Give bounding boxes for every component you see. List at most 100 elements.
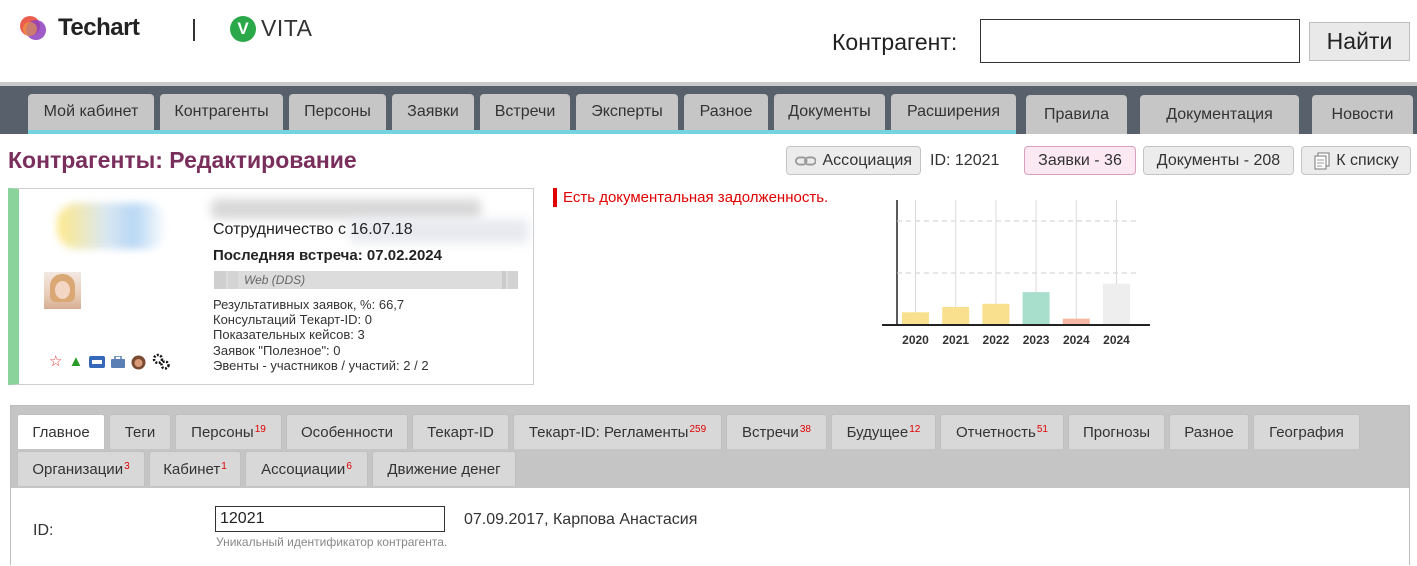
tab-money-flow[interactable]: Движение денег — [372, 451, 516, 486]
card-icon-row: ☆ ▲ — [49, 353, 171, 371]
cooperation-since: Сотрудничество с 16.07.18 — [213, 221, 413, 238]
manager-avatar[interactable] — [44, 272, 81, 309]
chart-tick-label: 2024 — [1063, 333, 1090, 347]
stat-effective-requests: Результативных заявок, %: 66,7 — [213, 297, 405, 312]
tab-persons[interactable]: Персоны 19 — [175, 414, 282, 449]
chart-tick-label: 2023 — [1023, 333, 1050, 347]
association-button[interactable]: Ассоциация — [786, 146, 921, 175]
tab-geography[interactable]: География — [1253, 414, 1360, 449]
techart-ball-icon — [20, 14, 48, 42]
tab-badge: 1 — [221, 460, 227, 472]
panel-body: ID: 07.09.2017, Карпова Анастасия Уникал… — [11, 488, 1409, 566]
to-list-button[interactable]: К списку — [1301, 146, 1411, 175]
detail-tabs: Главное Теги Персоны 19 Особенности Текар… — [11, 406, 1409, 488]
tab-tags[interactable]: Теги — [109, 414, 171, 449]
tab-badge: 259 — [689, 423, 707, 435]
web-service-bar: Web (DDS) — [214, 271, 518, 289]
tab-badge: 12 — [909, 423, 921, 435]
to-list-button-label: К списку — [1336, 151, 1399, 169]
nav-tab-persons[interactable]: Персоны — [289, 94, 386, 130]
tab-main[interactable]: Главное — [17, 414, 105, 449]
id-field-hint: Уникальный идентификатор контрагента. — [216, 535, 448, 549]
bear-avatar-icon[interactable] — [131, 355, 146, 370]
stat-showcase-cases: Показательных кейсов: 3 — [213, 327, 365, 343]
nav-tab-counterparties[interactable]: Контрагенты — [160, 94, 283, 130]
thumbs-up-icon[interactable]: ▲ — [68, 354, 83, 370]
logo-separator — [193, 19, 195, 41]
link-icon — [795, 156, 817, 165]
association-button-label: Ассоциация — [822, 151, 912, 169]
company-logo-blurred — [57, 203, 167, 249]
chart-bar[interactable] — [902, 312, 929, 325]
hdr-badge-icon[interactable] — [89, 356, 106, 368]
record-id: ID: 12021 — [930, 152, 1000, 169]
nav-tab-misc[interactable]: Разное — [684, 94, 768, 130]
tab-badge: 38 — [799, 423, 811, 435]
nav-tab-documents[interactable]: Документы — [774, 94, 885, 130]
nav-tab-documentation[interactable]: Документация — [1140, 95, 1299, 134]
documents-button[interactable]: Документы - 208 — [1143, 146, 1294, 175]
tab-cabinet[interactable]: Кабинет 1 — [149, 451, 241, 486]
tab-associations[interactable]: Ассоциации 6 — [245, 451, 368, 486]
chart-tick-label: 2022 — [983, 333, 1010, 347]
requests-chart: 2020 2021 2022 2023 2024 2024 — [882, 200, 1150, 347]
nav-tab-experts[interactable]: Эксперты — [576, 94, 678, 130]
id-field-input[interactable] — [215, 506, 445, 532]
id-field-meta: 07.09.2017, Карпова Анастасия — [464, 511, 698, 528]
stat-events: Эвенты - участников / участий: 2 / 2 — [213, 357, 429, 373]
counterparty-card: Сотрудничество с 16.07.18 Последняя встр… — [8, 188, 534, 385]
nav-tab-news[interactable]: Новости — [1312, 95, 1413, 134]
tab-techart-id[interactable]: Текарт-ID — [412, 414, 509, 449]
chart-bar[interactable] — [1022, 292, 1050, 325]
tab-organizations[interactable]: Организации 3 — [17, 451, 145, 486]
chart-tick-label: 2020 — [902, 333, 929, 347]
tab-misc[interactable]: Разное — [1169, 414, 1249, 449]
detail-panel: Главное Теги Персоны 19 Особенности Текар… — [10, 405, 1410, 566]
chart-bar[interactable] — [1103, 283, 1130, 325]
chart-tick-label: 2024 — [1103, 333, 1130, 347]
tab-future[interactable]: Будущее 12 — [831, 414, 936, 449]
tab-techart-id-regulations[interactable]: Текарт-ID: Регламенты 259 — [513, 414, 722, 449]
card-stats: Результативных заявок, %: 66,7 Консульта… — [213, 297, 429, 373]
nav-tab-extensions[interactable]: Расширения — [891, 94, 1016, 130]
nav-tab-rules[interactable]: Правила — [1026, 95, 1127, 134]
main-nav: Мой кабинет Контрагенты Персоны Заявки В… — [0, 82, 1417, 134]
counterparty-search-input[interactable] — [980, 19, 1300, 63]
search-button[interactable]: Найти — [1309, 22, 1410, 61]
search-label: Контрагент: — [832, 29, 958, 55]
nav-active-underline — [28, 130, 1016, 134]
nav-tab-my-cabinet[interactable]: Мой кабинет — [28, 94, 154, 130]
nav-tab-meetings[interactable]: Встречи — [480, 94, 570, 130]
chart-bar[interactable] — [982, 303, 1010, 325]
requests-button[interactable]: Заявки - 36 — [1024, 146, 1136, 175]
tab-reports[interactable]: Отчетность 51 — [940, 414, 1064, 449]
techart-wordmark: Techart — [58, 14, 140, 41]
tab-badge: 6 — [346, 460, 352, 472]
tab-badge: 51 — [1036, 423, 1048, 435]
vita-wordmark: VITA — [261, 15, 313, 41]
header: Techart V VITA Контрагент: Найти — [0, 0, 1417, 82]
vita-logo[interactable]: V VITA — [230, 15, 312, 42]
document-debt-warning: Есть документальная задолженность. — [553, 188, 828, 207]
last-meeting: Последняя встреча: 07.02.2024 — [213, 247, 442, 264]
chart-tick-label: 2021 — [942, 333, 969, 347]
gears-icon[interactable] — [152, 353, 171, 371]
id-field-label: ID: — [33, 522, 54, 539]
tab-forecasts[interactable]: Прогнозы — [1068, 414, 1165, 449]
stat-consultations: Консультаций Текарт-ID: 0 — [213, 312, 372, 328]
techart-logo[interactable]: Techart — [20, 14, 140, 42]
tab-meetings[interactable]: Встречи 38 — [726, 414, 827, 449]
list-copy-icon — [1314, 152, 1330, 169]
chart-bar[interactable] — [942, 306, 970, 325]
company-name-blurred — [211, 199, 481, 219]
vita-v-icon: V — [230, 15, 256, 42]
page-title: Контрагенты: Редактирование — [8, 147, 357, 173]
stat-useful-requests: Заявок "Полезное": 0 — [213, 342, 341, 358]
tab-badge: 3 — [124, 460, 130, 472]
briefcase-icon[interactable] — [111, 356, 126, 368]
nav-tab-requests[interactable]: Заявки — [392, 94, 474, 130]
star-icon[interactable]: ☆ — [49, 354, 62, 370]
web-service-label: Web (DDS) — [244, 273, 306, 287]
tab-badge: 19 — [254, 423, 266, 435]
tab-features[interactable]: Особенности — [286, 414, 408, 449]
